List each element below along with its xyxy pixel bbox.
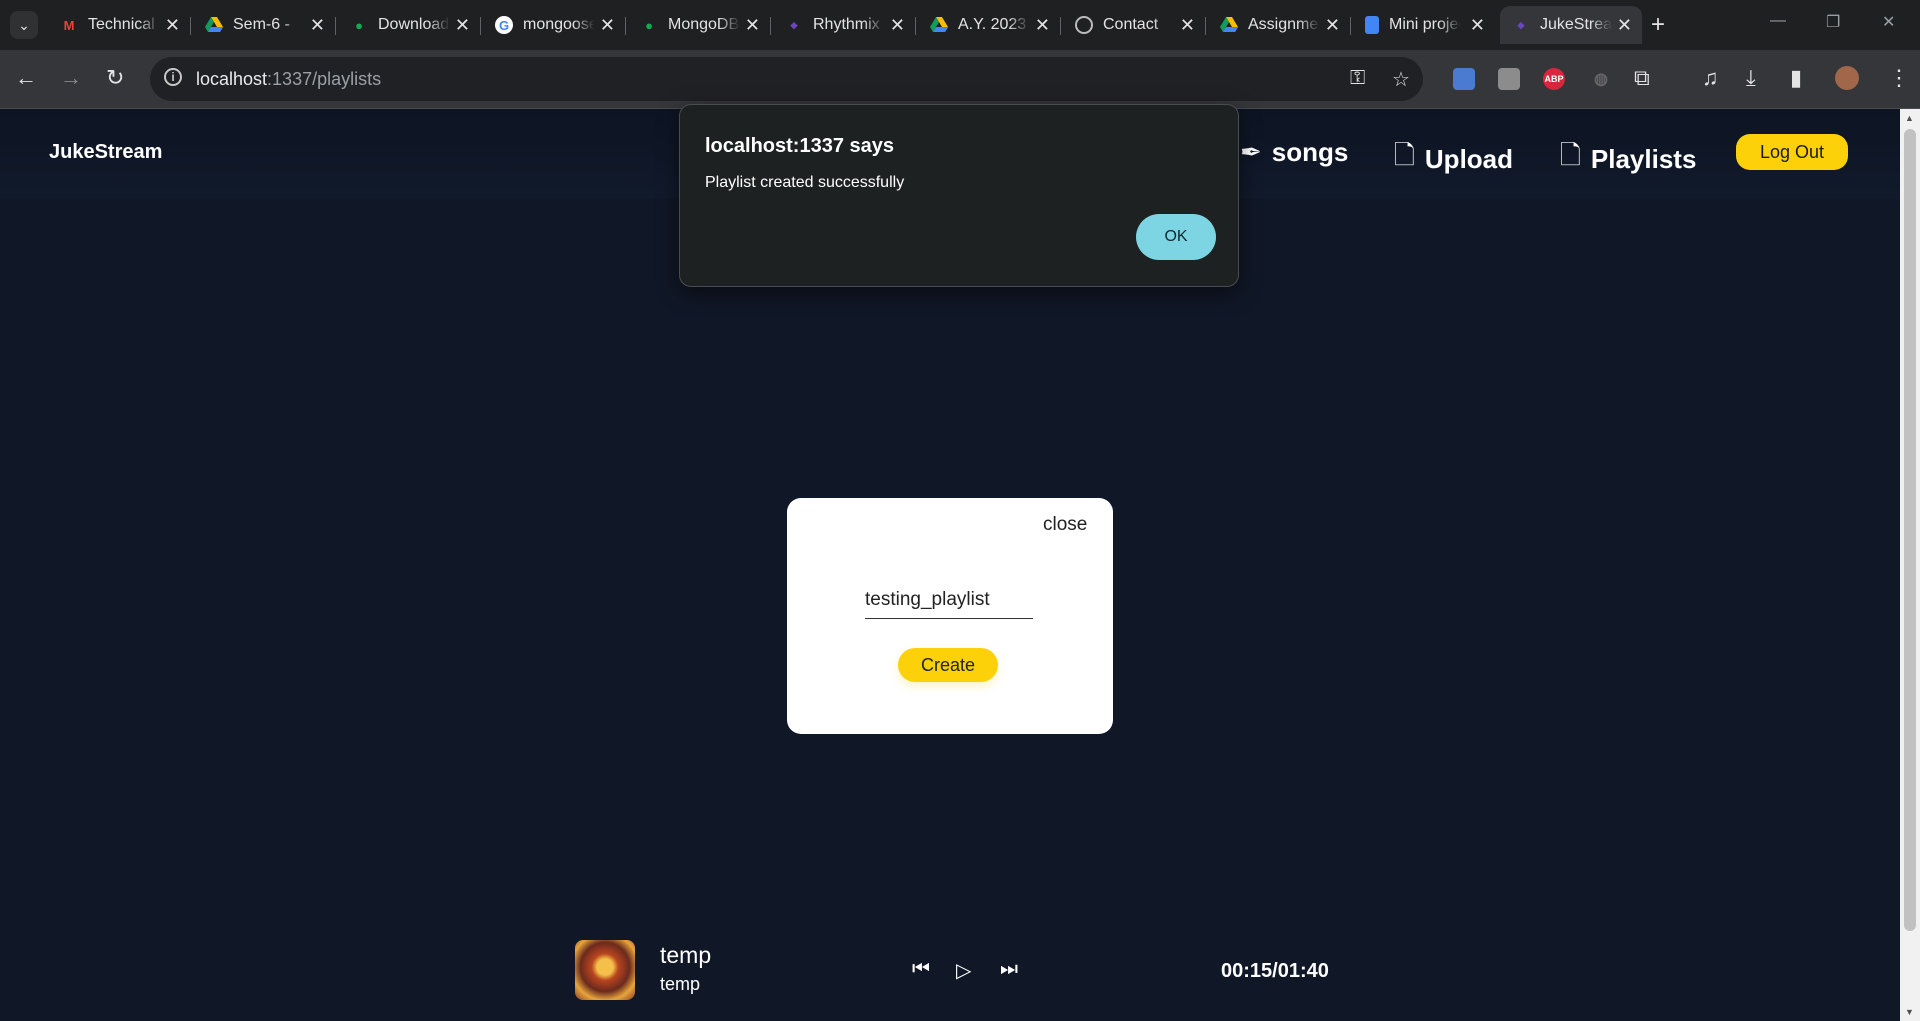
drive-icon bbox=[205, 16, 223, 34]
previous-track-icon[interactable]: ⏮ bbox=[912, 958, 930, 981]
tab-label: A.Y. 2023 bbox=[958, 16, 1027, 33]
browser-tab[interactable]: Sem-6 - ✕ bbox=[193, 6, 336, 44]
close-icon[interactable]: ✕ bbox=[455, 15, 470, 36]
more-menu-icon[interactable]: ⋮ bbox=[1888, 66, 1910, 90]
adblock-icon[interactable]: ABP bbox=[1543, 68, 1565, 90]
brand-logo[interactable]: JukeStream bbox=[49, 141, 162, 164]
globe-icon bbox=[1075, 16, 1093, 34]
browser-tab[interactable]: Contact ✕ bbox=[1063, 6, 1206, 44]
restore-icon[interactable]: ❐ bbox=[1826, 12, 1840, 32]
tab-label: Technical bbox=[88, 16, 155, 33]
tab-label: Mini project bbox=[1389, 16, 1461, 33]
browser-tab[interactable]: Assignment ✕ bbox=[1208, 6, 1351, 44]
playback-time: 00:15/01:40 bbox=[1221, 960, 1329, 982]
download-icon[interactable]: ⤓ bbox=[1746, 66, 1756, 90]
tab-label: Download bbox=[378, 16, 450, 33]
play-icon[interactable]: ▷ bbox=[956, 958, 971, 983]
nav-playlists[interactable]: 🗋 Playlists bbox=[1560, 137, 1696, 181]
extensions-puzzle-icon[interactable]: ⧉ bbox=[1634, 66, 1650, 90]
new-tab-icon[interactable]: + bbox=[1651, 11, 1665, 39]
nav-songs[interactable]: ✒ songs bbox=[1240, 137, 1348, 168]
close-icon[interactable]: ✕ bbox=[745, 15, 760, 36]
password-key-icon[interactable]: ⚿ bbox=[1350, 67, 1365, 90]
scroll-down-icon[interactable]: ▼ bbox=[1905, 1007, 1914, 1017]
close-icon[interactable]: ✕ bbox=[310, 15, 325, 36]
close-icon[interactable]: ✕ bbox=[600, 15, 615, 36]
drive-icon bbox=[1220, 16, 1238, 34]
alert-title: localhost:1337 says bbox=[705, 135, 894, 157]
music-player: temp temp ⏮ ▷ ⏭ 00:15/01:40 bbox=[0, 940, 1900, 1021]
profile-avatar[interactable] bbox=[1835, 66, 1859, 90]
tab-label: JukeStream bbox=[1540, 16, 1612, 33]
docs-icon bbox=[1365, 16, 1379, 34]
site-icon: ◆ bbox=[1517, 19, 1525, 30]
close-icon[interactable]: ✕ bbox=[890, 15, 905, 36]
side-panel-icon[interactable]: ▮ bbox=[1790, 66, 1802, 90]
album-art bbox=[575, 940, 635, 1000]
browser-tab-active[interactable]: ◆ JukeStream ✕ bbox=[1500, 6, 1642, 44]
create-button[interactable]: Create bbox=[898, 648, 998, 682]
close-icon[interactable]: ✕ bbox=[1035, 15, 1050, 36]
browser-tab[interactable]: A.Y. 2023 ✕ bbox=[918, 6, 1061, 44]
google-icon: G bbox=[495, 16, 513, 34]
tab-search-button[interactable]: ⌄ bbox=[10, 11, 38, 39]
close-icon[interactable]: ✕ bbox=[1617, 15, 1632, 36]
forward-icon[interactable]: → bbox=[60, 66, 82, 90]
tab-label: Contact bbox=[1103, 16, 1159, 33]
url-text: localhost:1337/playlists bbox=[196, 69, 382, 89]
browser-tab[interactable]: Mini project ✕ bbox=[1353, 6, 1495, 44]
tab-label: Assignment bbox=[1248, 16, 1320, 33]
gmail-icon: M bbox=[63, 17, 75, 33]
tab-strip: ⌄ M Technical ✕ Sem-6 - ✕ ● Download ✕ G… bbox=[0, 0, 1920, 50]
track-artist: temp bbox=[660, 974, 701, 994]
minimize-icon[interactable]: — bbox=[1770, 12, 1786, 30]
tab-label: Sem-6 - bbox=[233, 16, 290, 33]
site-icon: ◆ bbox=[790, 19, 798, 30]
mongodb-icon: ● bbox=[645, 17, 653, 33]
browser-tab[interactable]: ● MongoDB ✕ bbox=[628, 6, 771, 44]
tab-label: MongoDB bbox=[668, 16, 740, 33]
bookmark-star-icon[interactable]: ☆ bbox=[1392, 67, 1410, 92]
feather-icon: ✒ bbox=[1240, 137, 1262, 167]
browser-tab[interactable]: M Technical ✕ bbox=[48, 6, 191, 44]
tab-label: mongoose bbox=[523, 16, 595, 33]
close-icon[interactable]: ✕ bbox=[1470, 15, 1485, 36]
file-icon: 🗋 bbox=[1394, 140, 1415, 170]
tab-label: Rhythmix bbox=[813, 16, 880, 33]
browser-tab[interactable]: ● Download ✕ bbox=[338, 6, 481, 44]
back-icon[interactable]: ← bbox=[15, 66, 37, 90]
modal-close-button[interactable]: close bbox=[1043, 514, 1087, 536]
reload-icon[interactable]: ↻ bbox=[106, 66, 124, 90]
site-info-icon[interactable]: i bbox=[164, 68, 182, 86]
extension-icon[interactable]: ◍ bbox=[1590, 68, 1612, 90]
extension-icon[interactable] bbox=[1498, 68, 1520, 90]
browser-tab[interactable]: G mongoose ✕ bbox=[483, 6, 626, 44]
address-bar[interactable]: i localhost:1337/playlists ⚿ ☆ bbox=[150, 57, 1423, 101]
track-title: temp bbox=[660, 942, 712, 968]
create-playlist-modal: close Create bbox=[787, 498, 1113, 734]
alert-message: Playlist created successfully bbox=[705, 174, 905, 191]
nav-upload[interactable]: 🗋 Upload bbox=[1394, 137, 1513, 181]
playlist-name-input[interactable] bbox=[865, 582, 1033, 619]
file-icon: 🗋 bbox=[1560, 140, 1581, 170]
page-scrollbar[interactable]: ▲ ▼ bbox=[1900, 109, 1920, 1021]
close-icon[interactable]: ✕ bbox=[165, 15, 180, 36]
browser-toolbar: ← → ↻ i localhost:1337/playlists ⚿ ☆ ABP… bbox=[0, 50, 1920, 109]
alert-ok-button[interactable]: OK bbox=[1136, 214, 1216, 260]
close-icon[interactable]: ✕ bbox=[1180, 15, 1195, 36]
media-control-icon[interactable]: ♫ bbox=[1702, 66, 1719, 90]
drive-icon bbox=[930, 16, 948, 34]
scrollbar-thumb[interactable] bbox=[1904, 129, 1916, 931]
window-close-icon[interactable]: ✕ bbox=[1882, 12, 1895, 32]
alert-dialog: localhost:1337 says Playlist created suc… bbox=[679, 104, 1239, 287]
chevron-down-icon: ⌄ bbox=[18, 16, 30, 33]
scroll-up-icon[interactable]: ▲ bbox=[1905, 113, 1914, 123]
close-icon[interactable]: ✕ bbox=[1325, 15, 1340, 36]
logout-button[interactable]: Log Out bbox=[1736, 134, 1848, 170]
extension-icon[interactable] bbox=[1453, 68, 1475, 90]
browser-tab[interactable]: ◆ Rhythmix ✕ bbox=[773, 6, 916, 44]
next-track-icon[interactable]: ⏭ bbox=[1000, 958, 1018, 981]
mongodb-icon: ● bbox=[355, 17, 363, 33]
